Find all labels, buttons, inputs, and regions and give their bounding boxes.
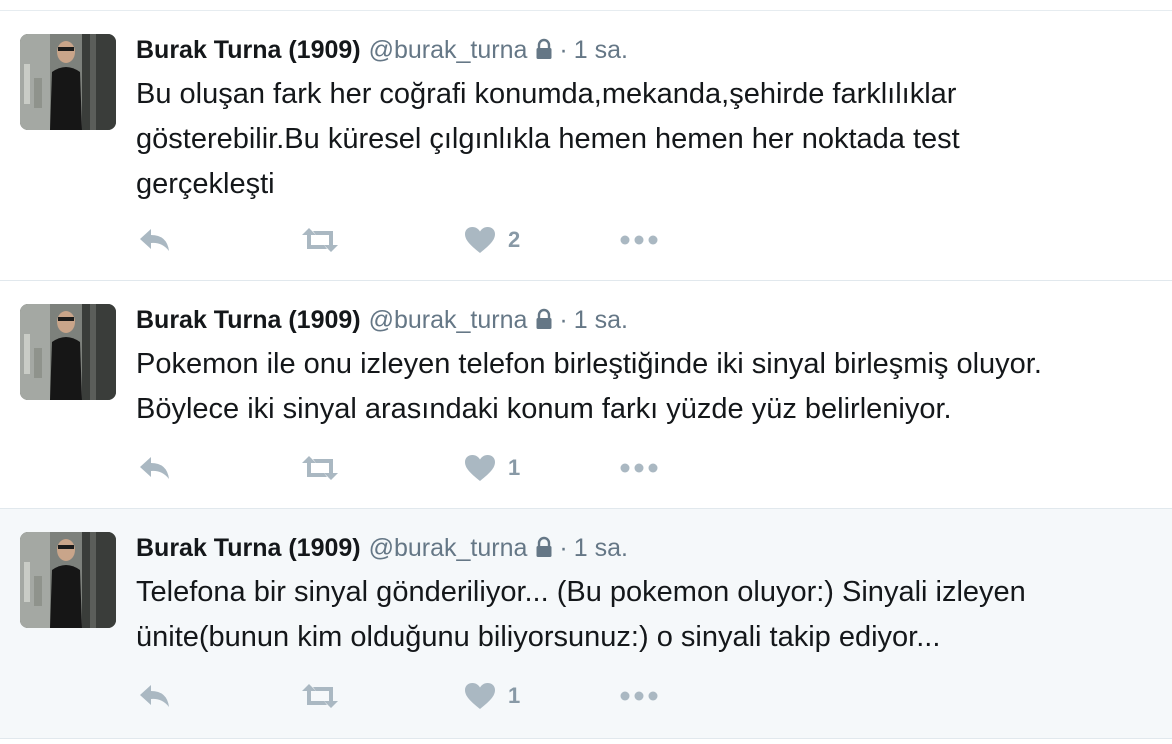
lock-icon: [535, 38, 553, 60]
tweet-actions: 1: [136, 448, 736, 488]
reply-icon: [140, 229, 169, 251]
timestamp[interactable]: 1 sa.: [574, 36, 628, 65]
lock-icon: [535, 308, 553, 330]
retweet-icon: [302, 228, 338, 252]
reply-button[interactable]: [138, 448, 172, 488]
retweet-button[interactable]: [300, 448, 340, 488]
author-handle[interactable]: @burak_turna: [369, 36, 528, 65]
tweet-text-line: ünite(bunun kim olduğunu biliyorsunuz:) …: [136, 621, 941, 653]
like-count: 1: [508, 683, 521, 708]
avatar[interactable]: [20, 532, 116, 628]
separator-dot: ·: [559, 305, 568, 334]
more-icon: [620, 691, 658, 701]
tweet-text: Pokemon ile onu izleyen telefon birleşti…: [136, 342, 1156, 432]
tweet-text-line: gerçekleşti: [136, 168, 275, 200]
more-button[interactable]: [620, 448, 658, 488]
reply-button[interactable]: [138, 676, 172, 716]
like-button[interactable]: 1: [464, 448, 520, 488]
separator-dot: ·: [559, 533, 568, 562]
like-count: 2: [508, 227, 521, 252]
author-name[interactable]: Burak Turna (1909): [136, 534, 361, 563]
heart-icon: [465, 455, 495, 481]
more-button[interactable]: [620, 676, 658, 716]
tweet-actions: 1: [136, 676, 736, 716]
retweet-button[interactable]: [300, 220, 340, 260]
tweet-actions: 2: [136, 220, 736, 260]
tweet-header: Burak Turna (1909) @burak_turna · 1 sa.: [136, 303, 628, 337]
more-icon: [620, 463, 658, 473]
avatar[interactable]: [20, 34, 116, 130]
like-count: 1: [508, 455, 521, 480]
heart-icon: [465, 227, 495, 253]
author-name[interactable]: Burak Turna (1909): [136, 306, 361, 335]
like-button[interactable]: 1: [464, 676, 520, 716]
lock-icon: [535, 536, 553, 558]
retweet-icon: [302, 684, 338, 708]
reply-icon: [140, 457, 169, 479]
author-handle[interactable]: @burak_turna: [369, 306, 528, 335]
more-button[interactable]: [620, 220, 658, 260]
timestamp[interactable]: 1 sa.: [574, 534, 628, 563]
tweet-text-line: gösterebilir.Bu küresel çılgınlıkla heme…: [136, 123, 960, 155]
avatar[interactable]: [20, 304, 116, 400]
tweet[interactable]: Burak Turna (1909) @burak_turna · 1 sa. …: [0, 11, 1172, 281]
heart-icon: [465, 683, 495, 709]
tweet[interactable]: Burak Turna (1909) @burak_turna · 1 sa. …: [0, 509, 1172, 739]
separator-dot: ·: [559, 35, 568, 64]
reply-icon: [140, 685, 169, 707]
timeline-top-border: [0, 0, 1172, 11]
more-icon: [620, 235, 658, 245]
like-button[interactable]: 2: [464, 220, 520, 260]
tweet-header: Burak Turna (1909) @burak_turna · 1 sa.: [136, 33, 628, 67]
tweet-text-line: Böylece iki sinyal arasındaki konum fark…: [136, 393, 952, 425]
retweet-icon: [302, 456, 338, 480]
tweet-text: Bu oluşan fark her coğrafi konumda,mekan…: [136, 72, 1156, 207]
tweet-text-line: Bu oluşan fark her coğrafi konumda,mekan…: [136, 78, 957, 110]
tweet-text-line: Telefona bir sinyal gönderiliyor... (Bu …: [136, 576, 1026, 608]
tweet[interactable]: Burak Turna (1909) @burak_turna · 1 sa. …: [0, 281, 1172, 509]
reply-button[interactable]: [138, 220, 172, 260]
tweet-text-line: Pokemon ile onu izleyen telefon birleşti…: [136, 348, 1042, 380]
retweet-button[interactable]: [300, 676, 340, 716]
author-handle[interactable]: @burak_turna: [369, 534, 528, 563]
author-name[interactable]: Burak Turna (1909): [136, 36, 361, 65]
tweet-text: Telefona bir sinyal gönderiliyor... (Bu …: [136, 570, 1156, 660]
timestamp[interactable]: 1 sa.: [574, 306, 628, 335]
tweet-header: Burak Turna (1909) @burak_turna · 1 sa.: [136, 531, 628, 565]
